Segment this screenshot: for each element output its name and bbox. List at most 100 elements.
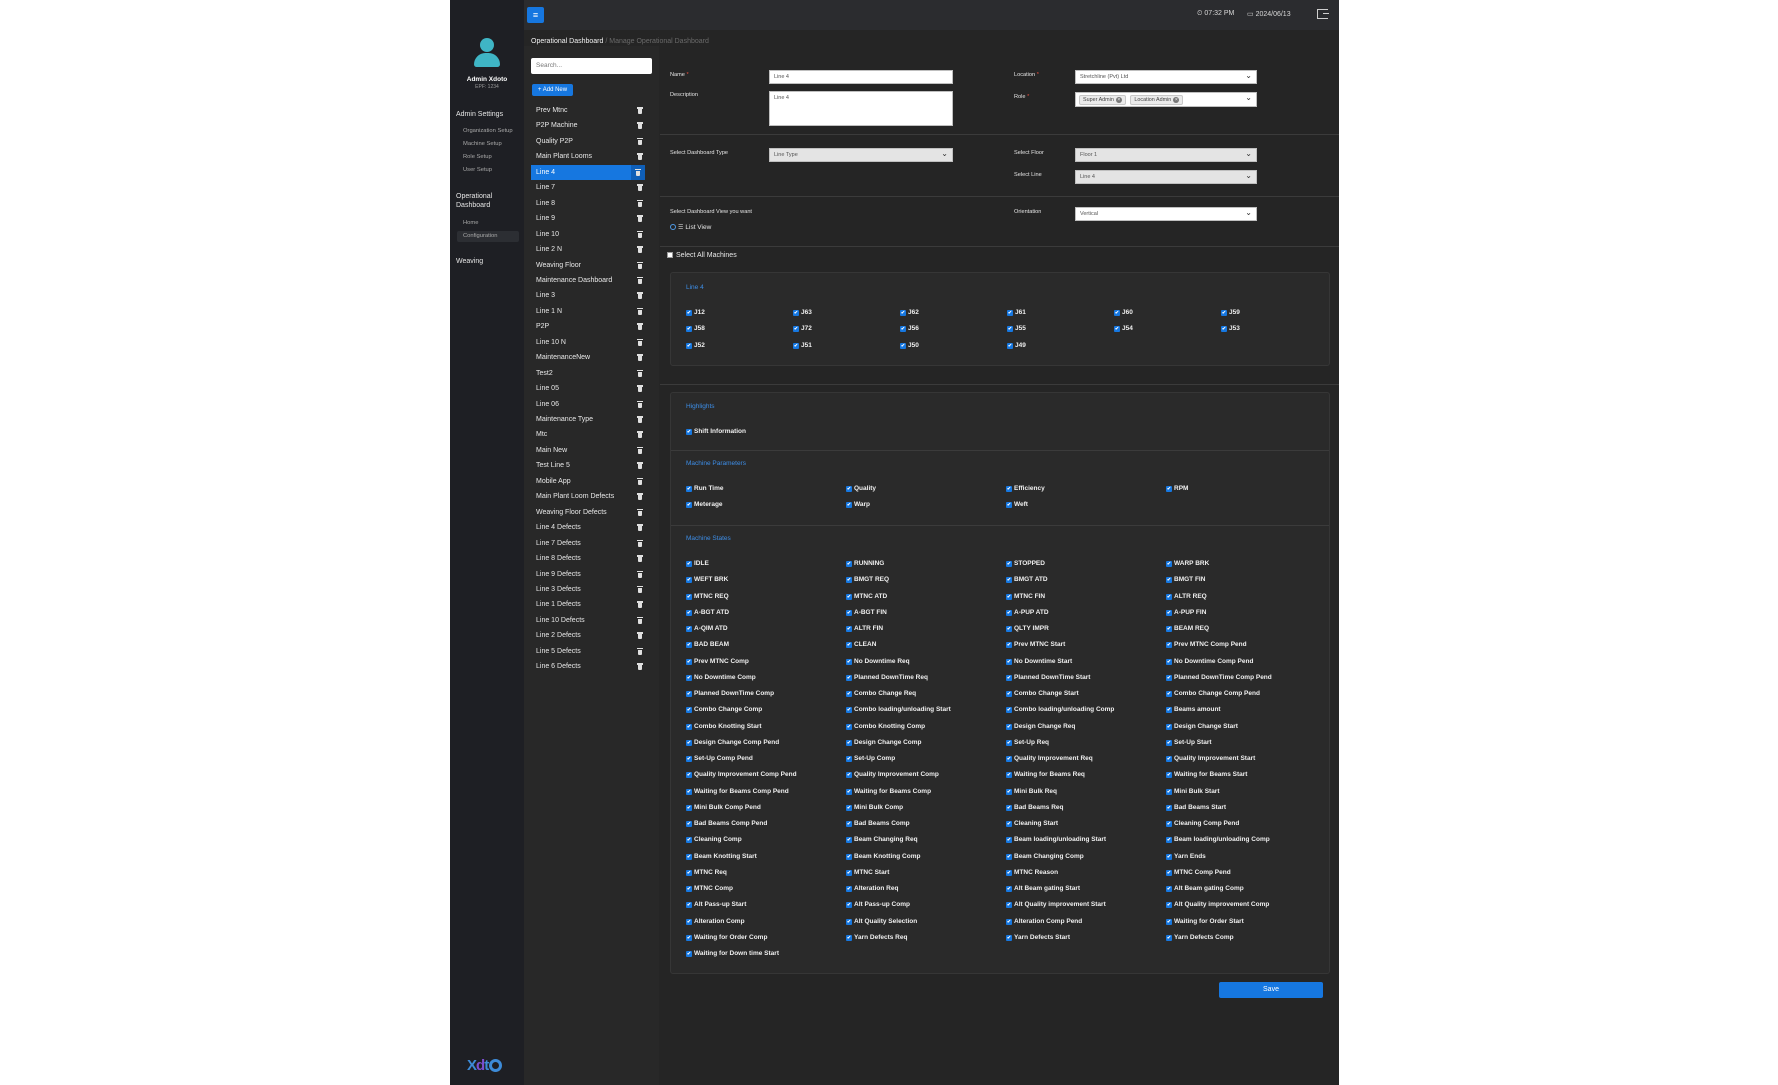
trash-icon[interactable] (637, 354, 643, 362)
nav-operational-dashboard[interactable]: Operational Dashboard (456, 193, 492, 209)
trash-icon[interactable] (637, 323, 643, 331)
trash-icon[interactable] (637, 601, 643, 609)
checkbox-cleaning-start[interactable]: Cleaning Start (1006, 820, 1058, 827)
checkbox-bad-beams-comp[interactable]: Bad Beams Comp (846, 820, 910, 827)
checkbox-j63[interactable]: J63 (793, 309, 812, 316)
checkbox-waiting-for-order-comp[interactable]: Waiting for Order Comp (686, 934, 767, 941)
checkbox-prev-mtnc-comp-pend[interactable]: Prev MTNC Comp Pend (1166, 641, 1247, 648)
checkbox-j58[interactable]: J58 (686, 325, 705, 332)
checkbox-j61[interactable]: J61 (1007, 309, 1026, 316)
checkbox-quality-improvement-comp[interactable]: Quality Improvement Comp (846, 771, 939, 778)
checkbox-yarn-defects-comp[interactable]: Yarn Defects Comp (1166, 934, 1234, 941)
checkbox-planned-downtime-comp-pend[interactable]: Planned DownTime Comp Pend (1166, 674, 1272, 681)
trash-icon[interactable] (637, 585, 643, 593)
checkbox-waiting-for-down-time-start[interactable]: Waiting for Down time Start (686, 950, 779, 957)
trash-icon[interactable] (637, 276, 643, 284)
add-new-button[interactable]: + Add New (532, 84, 573, 96)
dashboard-list-item[interactable]: Line 4 (531, 164, 645, 180)
checkbox-mtnc-start[interactable]: MTNC Start (846, 869, 889, 876)
name-field[interactable]: Line 4 (769, 70, 953, 84)
checkbox-combo-loading-unloading-comp[interactable]: Combo loading/unloading Comp (1006, 706, 1114, 713)
checkbox-beam-loading-unloading-comp[interactable]: Beam loading/unloading Comp (1166, 836, 1270, 843)
checkbox-qlty-impr[interactable]: QLTY IMPR (1006, 625, 1049, 632)
trash-icon[interactable] (637, 663, 643, 671)
line-select[interactable]: Line 4 (1075, 170, 1257, 184)
checkbox-set-up-comp[interactable]: Set-Up Comp (846, 755, 895, 762)
checkbox-mtnc-reason[interactable]: MTNC Reason (1006, 869, 1058, 876)
checkbox-design-change-comp-pend[interactable]: Design Change Comp Pend (686, 739, 779, 746)
trash-icon[interactable] (637, 477, 643, 485)
checkbox-alt-quality-selection[interactable]: Alt Quality Selection (846, 918, 917, 925)
checkbox-j12[interactable]: J12 (686, 309, 705, 316)
dashboard-list-item[interactable]: Line 5 Defects (531, 644, 645, 659)
trash-icon[interactable] (637, 261, 643, 269)
dashboard-list-item[interactable]: Quality P2P (531, 134, 645, 149)
checkbox-a-pup-atd[interactable]: A-PUP ATD (1006, 609, 1049, 616)
nav-user-setup[interactable]: User Setup (457, 165, 519, 176)
checkbox-run-time[interactable]: Run Time (686, 485, 724, 492)
checkbox-beam-knotting-comp[interactable]: Beam Knotting Comp (846, 853, 920, 860)
checkbox-alt-beam-gating-start[interactable]: Alt Beam gating Start (1006, 885, 1080, 892)
checkbox-a-bgt-fin[interactable]: A-BGT FIN (846, 609, 887, 616)
list-view-radio[interactable]: ☰ List View (670, 224, 711, 231)
checkbox-j56[interactable]: J56 (900, 325, 919, 332)
hamburger-menu-icon[interactable]: ≡ (527, 7, 544, 23)
checkbox-beam-req[interactable]: BEAM REQ (1166, 625, 1209, 632)
nav-machine-setup[interactable]: Machine Setup (457, 139, 519, 150)
save-button[interactable]: Save (1219, 982, 1323, 998)
search-input[interactable]: Search... (531, 58, 652, 74)
nav-weaving[interactable]: Weaving (456, 258, 483, 265)
checkbox-beam-changing-comp[interactable]: Beam Changing Comp (1006, 853, 1084, 860)
checkbox-idle[interactable]: IDLE (686, 560, 709, 567)
checkbox-prev-mtnc-comp[interactable]: Prev MTNC Comp (686, 658, 749, 665)
dashboard-list-item[interactable]: Mobile App (531, 474, 645, 489)
checkbox-design-change-comp[interactable]: Design Change Comp (846, 739, 922, 746)
checkbox-j52[interactable]: J52 (686, 342, 705, 349)
checkbox-j51[interactable]: J51 (793, 342, 812, 349)
dashboard-list-item[interactable]: Weaving Floor Defects (531, 505, 645, 520)
checkbox-alteration-comp[interactable]: Alteration Comp (686, 918, 745, 925)
role-multiselect[interactable]: Super Admin × Location Admin × (1075, 92, 1257, 107)
checkbox-mtnc-atd[interactable]: MTNC ATD (846, 593, 887, 600)
trash-icon[interactable] (637, 632, 643, 640)
trash-icon[interactable] (637, 107, 643, 114)
checkbox-altr-fin[interactable]: ALTR FIN (846, 625, 883, 632)
checkbox-a-bgt-atd[interactable]: A-BGT ATD (686, 609, 729, 616)
checkbox-combo-knotting-start[interactable]: Combo Knotting Start (686, 723, 762, 730)
checkbox-combo-change-req[interactable]: Combo Change Req (846, 690, 916, 697)
checkbox-mini-bulk-start[interactable]: Mini Bulk Start (1166, 788, 1220, 795)
checkbox-meterage[interactable]: Meterage (686, 501, 723, 508)
dashboard-list-item[interactable]: Main Plant Looms (531, 149, 645, 164)
checkbox-mtnc-fin[interactable]: MTNC FIN (1006, 593, 1045, 600)
trash-icon[interactable] (637, 570, 643, 578)
trash-icon[interactable] (637, 122, 643, 130)
checkbox-warp-brk[interactable]: WARP BRK (1166, 560, 1209, 567)
checkbox-j59[interactable]: J59 (1221, 309, 1240, 316)
checkbox-quality-improvement-start[interactable]: Quality Improvement Start (1166, 755, 1255, 762)
trash-icon[interactable] (637, 616, 643, 624)
dashboard-list-item[interactable]: Line 2 N (531, 242, 645, 257)
checkbox-prev-mtnc-start[interactable]: Prev MTNC Start (1006, 641, 1065, 648)
checkbox-beam-changing-req[interactable]: Beam Changing Req (846, 836, 918, 843)
checkbox-cleaning-comp[interactable]: Cleaning Comp (686, 836, 742, 843)
checkbox-bad-beams-comp-pend[interactable]: Bad Beams Comp Pend (686, 820, 767, 827)
trash-icon[interactable] (637, 369, 643, 377)
checkbox-set-up-comp-pend[interactable]: Set-Up Comp Pend (686, 755, 753, 762)
dashboard-list-item[interactable]: Line 7 (531, 180, 645, 195)
checkbox-j62[interactable]: J62 (900, 309, 919, 316)
checkbox-mini-bulk-req[interactable]: Mini Bulk Req (1006, 788, 1057, 795)
checkbox-mtnc-comp-pend[interactable]: MTNC Comp Pend (1166, 869, 1231, 876)
dashboard-list-item[interactable]: Line 05 (531, 381, 645, 396)
checkbox-mtnc-req[interactable]: MTNC Req (686, 869, 727, 876)
dashboard-list-item[interactable]: MaintenanceNew (531, 350, 645, 365)
checkbox-alt-quality-improvement-start[interactable]: Alt Quality improvement Start (1006, 901, 1106, 908)
checkbox-waiting-for-beams-req[interactable]: Waiting for Beams Req (1006, 771, 1085, 778)
checkbox-combo-loading-unloading-start[interactable]: Combo loading/unloading Start (846, 706, 951, 713)
trash-icon[interactable] (637, 462, 643, 470)
trash-icon[interactable] (637, 493, 643, 501)
checkbox-bad-beam[interactable]: BAD BEAM (686, 641, 729, 648)
trash-icon[interactable] (637, 539, 643, 547)
dashboard-list-item[interactable]: Line 8 Defects (531, 551, 645, 566)
checkbox-stopped[interactable]: STOPPED (1006, 560, 1045, 567)
trash-icon[interactable] (637, 555, 643, 563)
